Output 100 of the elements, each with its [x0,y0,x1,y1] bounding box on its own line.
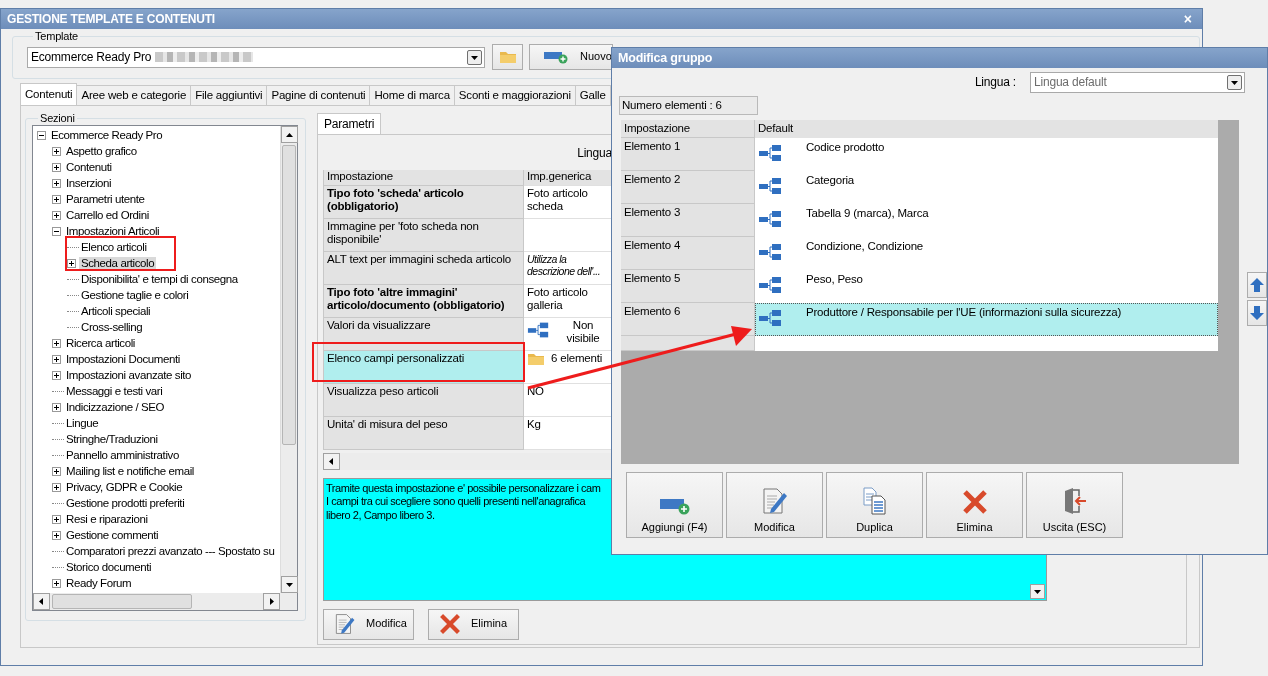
tree-item[interactable]: Pannello amministrativo [64,448,181,463]
table-row[interactable]: Produttore / Responsabile per l'UE (informazioni sulla sicurezza) [755,303,1218,336]
left-arrow-icon [327,456,336,466]
tree-item[interactable]: Gestione prodotti preferiti [64,496,187,511]
new-button[interactable]: Nuovo [529,44,613,70]
tree-item[interactable]: Privacy, GDPR e Cookie [64,480,185,495]
table-cell: Categoria [806,174,855,188]
expand-icon[interactable] [52,467,61,477]
tree-item[interactable]: Elenco articoli [79,240,149,255]
table-row[interactable]: Peso, Peso [755,270,1218,303]
tree-item[interactable]: Comparatori prezzi avanzato --- Spostato su [64,544,277,559]
expand-icon[interactable] [52,179,61,189]
tree-item[interactable]: Gestione taglie e colori [79,288,191,303]
up-arrow-icon [1250,277,1264,293]
exit-button[interactable]: Uscita (ESC) [1026,472,1123,538]
hierarchy-icon [758,177,782,195]
expand-icon[interactable] [52,211,61,221]
table-row[interactable]: Categoria [755,171,1218,204]
tree-item[interactable]: Carrello ed Ordini [64,208,151,223]
expand-icon[interactable] [52,355,61,365]
expand-icon[interactable] [52,531,61,541]
scrollbar[interactable] [280,125,297,593]
expand-icon[interactable] [52,163,61,173]
tree-item[interactable]: Parametri utente [64,192,147,207]
table-cell[interactable]: Visualizza peso articoli [323,383,524,417]
tree-item[interactable]: Messaggi e testi vari [64,384,165,399]
table-cell: Kg [524,416,612,450]
count-field: Numero elementi : 6 [619,96,758,115]
tree-item[interactable]: Gestione commenti [64,528,161,543]
table-cell[interactable]: Immagine per 'foto scheda non disponibile' [323,218,524,252]
tree-item[interactable]: Articoli speciali [79,304,153,319]
table-cell: Foto articolo scheda [524,185,612,219]
table-cell[interactable]: ALT text per immagini scheda articolo [323,251,524,285]
add-icon [544,50,568,64]
right-arrow-icon [267,596,276,606]
tree-item[interactable]: Lingue [64,416,101,431]
tree-item[interactable]: Ecommerce Ready Pro [49,128,165,143]
tree-item[interactable]: Ricerca articoli [64,336,137,351]
table-row[interactable]: Codice prodotto [755,138,1218,171]
language-dropdown[interactable]: Lingua default [1030,72,1245,93]
delete-icon [961,488,988,515]
tree-item[interactable]: Indicizzazione / SEO [64,400,167,415]
tree-item[interactable]: Resi e riparazioni [64,512,150,527]
tree-item[interactable]: Aspetto grafico [64,144,139,159]
template-dropdown[interactable]: Ecommerce Ready Pro [27,46,485,68]
expand-icon[interactable] [52,579,61,589]
column-header: Default [755,120,1218,138]
table-cell: Elemento 5 [621,270,755,303]
expand-icon[interactable] [52,483,61,493]
tree-item[interactable]: Mailing list e notifiche email [64,464,196,479]
expand-icon[interactable] [67,259,76,269]
expand-icon[interactable] [52,339,61,349]
delete-button[interactable]: Elimina [926,472,1023,538]
duplicate-button[interactable]: Duplica [826,472,923,538]
expand-icon[interactable] [52,371,61,381]
table-cell[interactable]: Tipo foto 'altre immagini' articolo/documento (obbligatorio) [323,284,524,318]
tree-item[interactable]: Cross-selling [79,320,145,335]
hierarchy-icon [758,210,782,228]
tab[interactable]: Galle [574,85,611,105]
cell-text: Non visibile [565,318,601,347]
edit-button[interactable]: Modifica [323,608,414,640]
column-header: Imp.generica [524,169,612,186]
move-up-button[interactable] [1247,272,1267,298]
tree-item[interactable]: Inserzioni [64,176,114,191]
table-cell: Peso, Peso [806,273,863,287]
table-cell: Foto articolo galleria [524,284,612,318]
add-button[interactable]: Aggiungi (F4) [626,472,723,538]
tree-item[interactable]: Contenuti [64,160,114,175]
table-cell: Elemento 3 [621,204,755,237]
tab[interactable]: Contenuti [20,83,78,105]
tree-item[interactable]: Impostazioni Articoli [64,224,162,239]
collapse-icon[interactable] [37,131,46,141]
table-row[interactable]: Tabella 9 (marca), Marca [755,204,1218,237]
group-label: Template [34,31,80,42]
expand-icon[interactable] [52,147,61,157]
table-cell[interactable]: Tipo foto 'scheda' articolo (obbligatorio) [323,185,524,219]
tree-item[interactable]: Scheda articolo [79,256,157,271]
scroll-down-button[interactable] [1030,583,1045,599]
expand-icon[interactable] [52,515,61,525]
tree-item[interactable]: Storico documenti [64,560,154,575]
delete-button[interactable]: Elimina [428,608,519,640]
tree-item[interactable]: Impostazioni Documenti [64,352,182,367]
scrollbar[interactable] [33,592,297,610]
table-cell[interactable]: Unita' di misura del peso [323,416,524,450]
expand-icon[interactable] [52,403,61,413]
tree-item[interactable]: Ready Forum [64,576,134,591]
left-arrow-icon [37,596,46,606]
tree-item[interactable]: Impostazioni avanzate sito [64,368,194,383]
expand-icon[interactable] [52,195,61,205]
field-label: Lingua [577,146,612,161]
collapse-icon[interactable] [52,227,61,237]
move-down-button[interactable] [1247,300,1267,326]
tree-item[interactable]: Disponibilita' e tempi di consegna [79,272,240,287]
tab[interactable]: Parametri [317,112,382,135]
tree-item[interactable]: Stringhe/Traduzioni [64,432,160,447]
table-row[interactable]: Condizione, Condizione [755,237,1218,270]
edit-button[interactable]: Modifica [726,472,823,538]
scrollbar[interactable] [323,452,612,470]
table-cell: Produttore / Responsabile per l'UE (informazioni sulla sicurezza) [806,306,1122,320]
hierarchy-icon [758,309,782,327]
